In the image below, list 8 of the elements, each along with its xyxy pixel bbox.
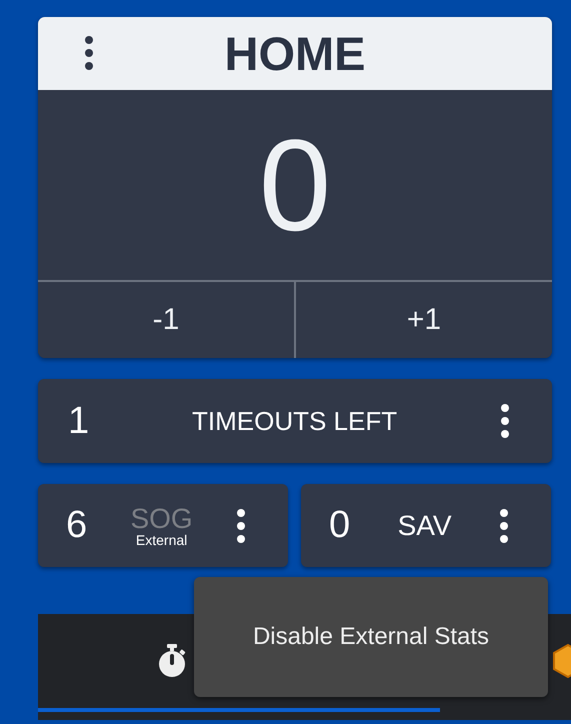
stat-value: 0 xyxy=(329,504,350,547)
stat-label: SAV xyxy=(398,510,452,542)
timeouts-label: TIMEOUTS LEFT xyxy=(191,406,398,436)
stat-label: SOG xyxy=(130,504,193,532)
timeouts-value: 1 xyxy=(68,400,90,442)
stat-value: 6 xyxy=(66,504,88,547)
team-name: HOME xyxy=(224,26,366,81)
stat-sublabel: External xyxy=(136,532,188,546)
